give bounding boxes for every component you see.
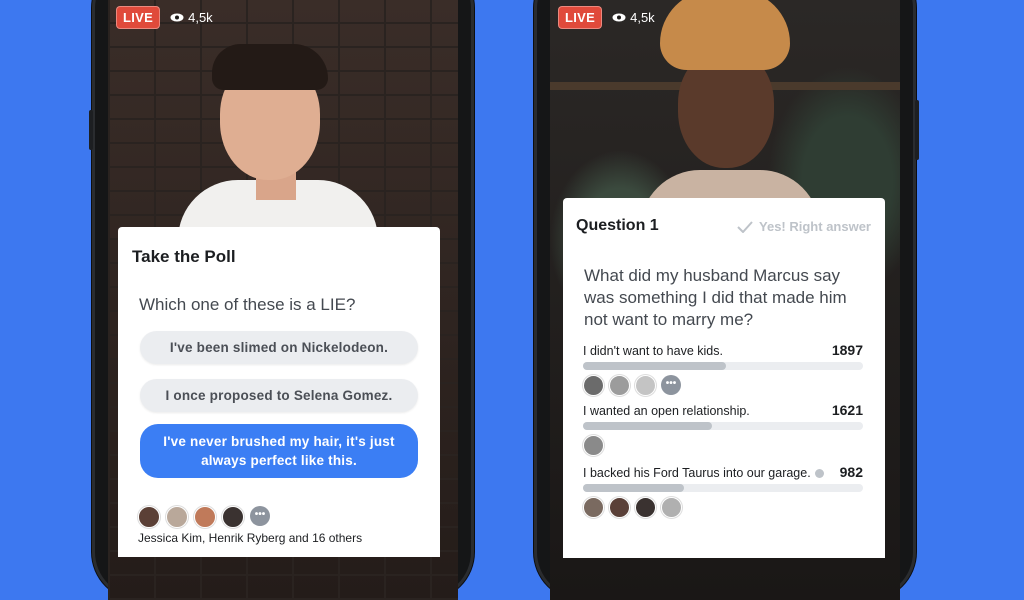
- answer-count: 1621: [831, 402, 863, 418]
- poll-card: Take the Poll Which one of these is a LI…: [118, 227, 440, 557]
- ellipsis-icon[interactable]: •••: [250, 506, 270, 526]
- avatar[interactable]: [609, 375, 630, 396]
- volume-button: [89, 110, 93, 150]
- quiz-title: Question 1: [576, 217, 659, 234]
- avatar[interactable]: [609, 497, 630, 518]
- poll-option-3-selected[interactable]: I've never brushed my hair, it's just al…: [140, 424, 418, 478]
- power-button: [915, 100, 919, 160]
- answer-label-row: I backed his Ford Taurus into our garage…: [583, 466, 824, 480]
- viewer-count: 4,5k: [170, 10, 213, 25]
- checkmark-icon: [737, 220, 753, 233]
- poll-question: Which one of these is a LIE?: [139, 295, 356, 314]
- answer-count: 1897: [831, 342, 863, 358]
- poll-option-2[interactable]: I once proposed to Selena Gomez.: [140, 379, 418, 412]
- person-hair: [212, 44, 328, 90]
- answer-progress-fill: [583, 362, 726, 370]
- live-indicator: LIVE 4,5k: [558, 6, 655, 29]
- answer-progress-track: [583, 422, 863, 430]
- answer-label: I didn't want to have kids.: [583, 344, 723, 358]
- answer-status-label: Yes! Right answer: [759, 219, 871, 234]
- avatar[interactable]: [635, 375, 656, 396]
- avatar[interactable]: [635, 497, 656, 518]
- quiz-card: Question 1 Yes! Right answer What did my…: [563, 198, 885, 558]
- poll-option-1[interactable]: I've been slimed on Nickelodeon.: [140, 331, 418, 364]
- answer-avatars: •••: [583, 375, 681, 396]
- live-badge: LIVE: [558, 6, 603, 29]
- answer-progress-track: [583, 362, 863, 370]
- avatar[interactable]: [583, 497, 604, 518]
- voter-avatars: •••: [138, 506, 270, 528]
- live-badge: LIVE: [116, 6, 161, 29]
- answer-progress-track: [583, 484, 863, 492]
- answer-label: I wanted an open relationship.: [583, 404, 750, 418]
- answer-progress-fill: [583, 484, 684, 492]
- quiz-question: What did my husband Marcus say was somet…: [584, 266, 847, 329]
- live-indicator: LIVE 4,5k: [116, 6, 213, 29]
- eye-icon: [170, 13, 184, 22]
- avatar[interactable]: [583, 435, 604, 456]
- answer-status: Yes! Right answer: [737, 219, 871, 234]
- answer-progress-fill: [583, 422, 712, 430]
- headwrap: [660, 0, 790, 70]
- eye-icon: [612, 13, 626, 22]
- answer-avatars: [583, 435, 604, 456]
- viewer-count-label: 4,5k: [188, 10, 213, 25]
- poll-title: Take the Poll: [132, 247, 236, 266]
- answer-label: I backed his Ford Taurus into our garage…: [583, 466, 811, 480]
- voters-summary[interactable]: Jessica Kim, Henrik Ryberg and 16 others: [138, 531, 362, 545]
- avatar[interactable]: [222, 506, 244, 528]
- ellipsis-icon[interactable]: •••: [661, 375, 681, 395]
- info-dot-icon: [814, 468, 824, 478]
- avatar[interactable]: [166, 506, 188, 528]
- viewer-count: 4,5k: [612, 10, 655, 25]
- avatar[interactable]: [138, 506, 160, 528]
- viewer-count-label: 4,5k: [630, 10, 655, 25]
- answer-avatars: [583, 497, 682, 518]
- avatar[interactable]: [194, 506, 216, 528]
- answer-count: 982: [839, 464, 863, 480]
- avatar[interactable]: [583, 375, 604, 396]
- avatar[interactable]: [661, 497, 682, 518]
